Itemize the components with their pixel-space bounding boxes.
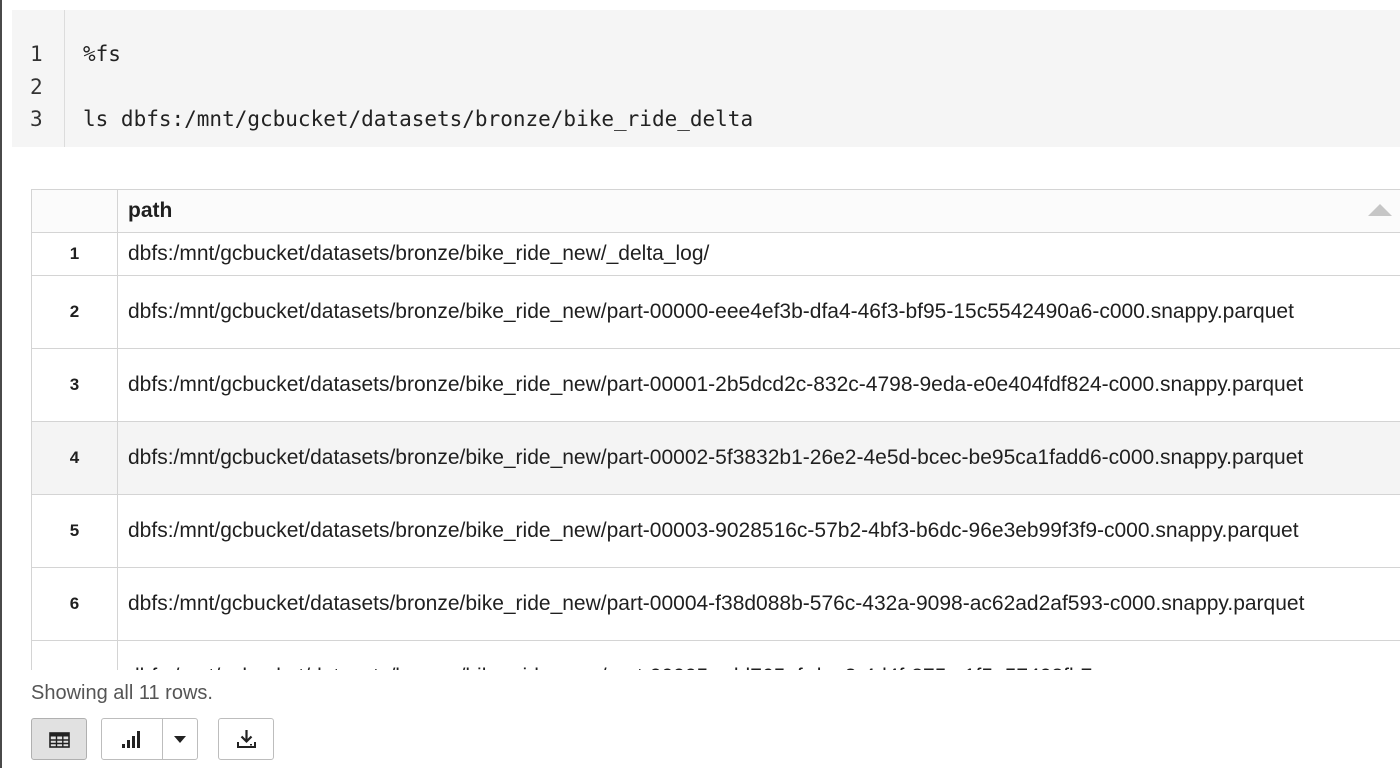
table-row: 5 dbfs:/mnt/gcbucket/datasets/bronze/bik…: [31, 494, 1400, 568]
results-table: path 1 dbfs:/mnt/gcbucket/datasets/bronz…: [31, 189, 1400, 670]
row-index: 1: [31, 232, 118, 276]
table-view-button[interactable]: [31, 718, 87, 760]
column-header-label: path: [128, 199, 173, 222]
row-index: 5: [31, 494, 118, 568]
left-border: [0, 0, 2, 768]
table-icon: [49, 732, 70, 748]
chevron-down-icon[interactable]: [173, 735, 187, 744]
table-header-row: path: [31, 189, 1400, 233]
table-row: 6 dbfs:/mnt/gcbucket/datasets/bronze/bik…: [31, 567, 1400, 641]
path-cell: dbfs:/mnt/gcbucket/datasets/bronze/bike_…: [117, 421, 1400, 495]
table-row: 3 dbfs:/mnt/gcbucket/datasets/bronze/bik…: [31, 348, 1400, 422]
chart-view-split-button[interactable]: [101, 718, 198, 760]
table-row: 1 dbfs:/mnt/gcbucket/datasets/bronze/bik…: [31, 232, 1400, 276]
download-icon: [237, 730, 256, 748]
row-index: 2: [31, 275, 118, 349]
code-text[interactable]: ls dbfs:/mnt/gcbucket/datasets/bronze/bi…: [83, 105, 753, 133]
table-row: 2 dbfs:/mnt/gcbucket/datasets/bronze/bik…: [31, 275, 1400, 349]
row-index: 4: [31, 421, 118, 495]
bar-chart-icon: [122, 731, 140, 748]
download-button[interactable]: [218, 718, 274, 760]
table-row: 7 dbfs:/mnt/gcbucket/datasets/bronze/bik…: [31, 640, 1400, 670]
path-cell: dbfs:/mnt/gcbucket/datasets/bronze/bike_…: [117, 348, 1400, 422]
path-cell: dbfs:/mnt/gcbucket/datasets/bronze/bike_…: [117, 275, 1400, 349]
line-number: 2: [30, 75, 43, 99]
results-table-container[interactable]: path 1 dbfs:/mnt/gcbucket/datasets/bronz…: [31, 189, 1400, 670]
row-index: 7: [31, 640, 118, 670]
path-cell: dbfs:/mnt/gcbucket/datasets/bronze/bike_…: [117, 567, 1400, 641]
split-divider: [162, 719, 163, 759]
row-index: 3: [31, 348, 118, 422]
line-number: 1: [30, 42, 43, 66]
sort-ascending-icon[interactable]: [1368, 204, 1392, 216]
row-count-status: Showing all 11 rows.: [31, 682, 213, 704]
path-cell: dbfs:/mnt/gcbucket/datasets/bronze/bike_…: [117, 494, 1400, 568]
path-cell: dbfs:/mnt/gcbucket/datasets/bronze/bike_…: [117, 640, 1400, 670]
code-text[interactable]: %fs: [83, 40, 121, 68]
line-number: 3: [30, 107, 43, 131]
row-index: 6: [31, 567, 118, 641]
code-cell-editor[interactable]: 1 %fs 2 3 ls dbfs:/mnt/gcbucket/datasets…: [12, 10, 1400, 147]
gutter-divider: [64, 10, 65, 147]
path-column-header[interactable]: path: [117, 189, 1400, 233]
table-row: 4 dbfs:/mnt/gcbucket/datasets/bronze/bik…: [31, 421, 1400, 495]
path-cell: dbfs:/mnt/gcbucket/datasets/bronze/bike_…: [117, 232, 1400, 276]
index-column-header: [31, 189, 118, 233]
